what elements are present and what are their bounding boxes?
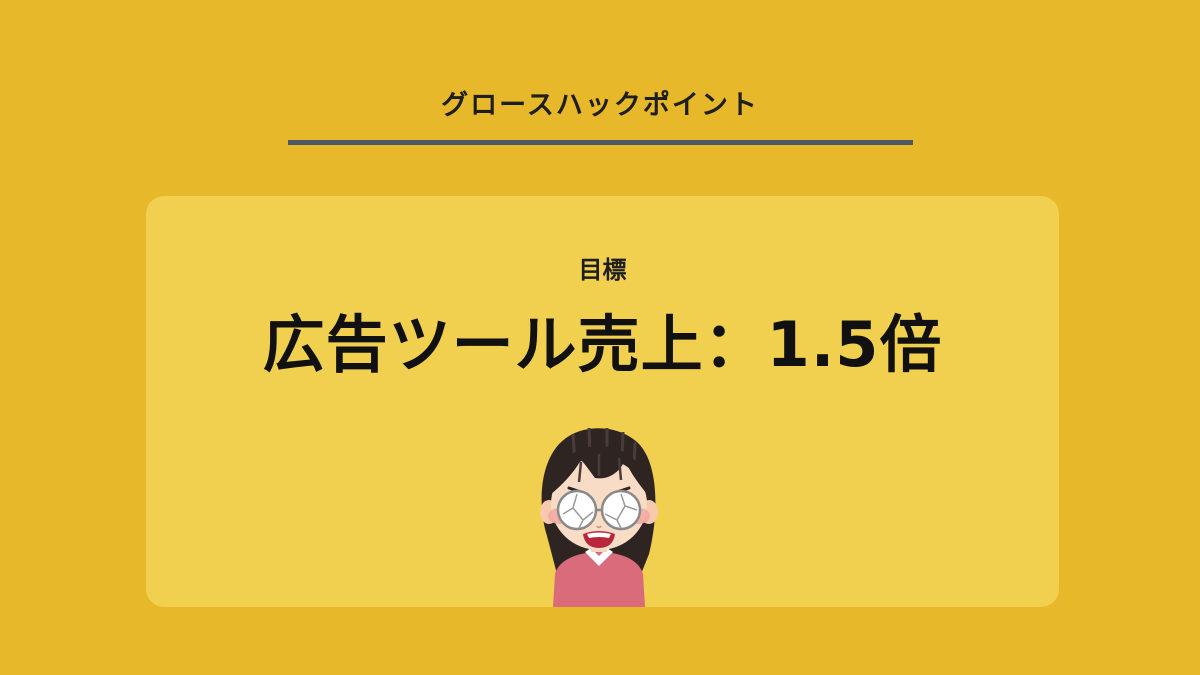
frustrated-woman-icon (540, 427, 658, 607)
goal-value: 広告ツール売上：1.5倍 (262, 308, 943, 381)
header-title: グロースハックポイント (441, 90, 759, 121)
goal-label: 目標 (578, 256, 627, 284)
header-divider (288, 140, 913, 145)
goal-panel: 目標 広告ツール売上：1.5倍 (146, 196, 1059, 607)
